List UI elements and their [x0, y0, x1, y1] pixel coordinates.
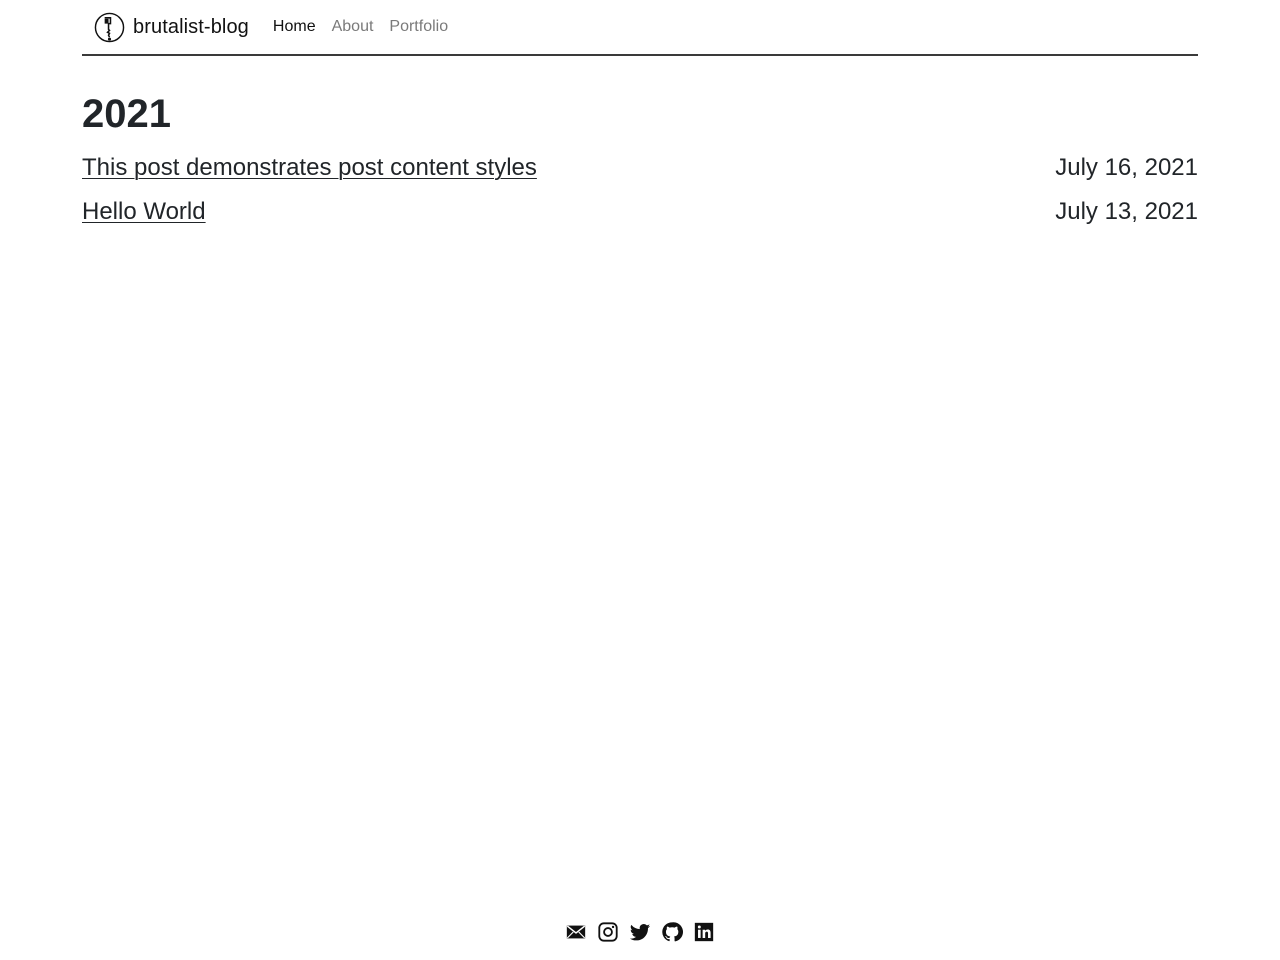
- post-list-item: Hello World July 13, 2021: [82, 198, 1198, 242]
- main-content: 2021 This post demonstrates post content…: [82, 92, 1198, 242]
- post-date: July 13, 2021: [1055, 198, 1198, 225]
- main-nav: Home About Portfolio: [273, 18, 456, 36]
- content-container: brutalist-blog Home About Portfolio 2021…: [82, 0, 1198, 242]
- brutalist-face-logo-icon: [94, 12, 125, 43]
- navbar: brutalist-blog Home About Portfolio: [82, 0, 1198, 56]
- footer-social-links: [0, 921, 1280, 943]
- page: brutalist-blog Home About Portfolio 2021…: [0, 0, 1280, 960]
- brand-link[interactable]: brutalist-blog: [94, 12, 249, 43]
- post-list: This post demonstrates post content styl…: [82, 154, 1198, 242]
- github-icon[interactable]: [661, 921, 683, 943]
- email-icon[interactable]: [565, 921, 587, 943]
- linkedin-icon[interactable]: [693, 921, 715, 943]
- post-title-link[interactable]: Hello World: [82, 198, 206, 226]
- post-list-item: This post demonstrates post content styl…: [82, 154, 1198, 198]
- nav-about[interactable]: About: [324, 18, 382, 36]
- instagram-icon[interactable]: [597, 921, 619, 943]
- nav-home[interactable]: Home: [273, 18, 324, 36]
- post-date: July 16, 2021: [1055, 154, 1198, 181]
- nav-portfolio[interactable]: Portfolio: [381, 18, 456, 36]
- post-title-link[interactable]: This post demonstrates post content styl…: [82, 154, 537, 182]
- twitter-icon[interactable]: [629, 921, 651, 943]
- brand-name: brutalist-blog: [133, 15, 249, 38]
- year-heading: 2021: [82, 92, 171, 136]
